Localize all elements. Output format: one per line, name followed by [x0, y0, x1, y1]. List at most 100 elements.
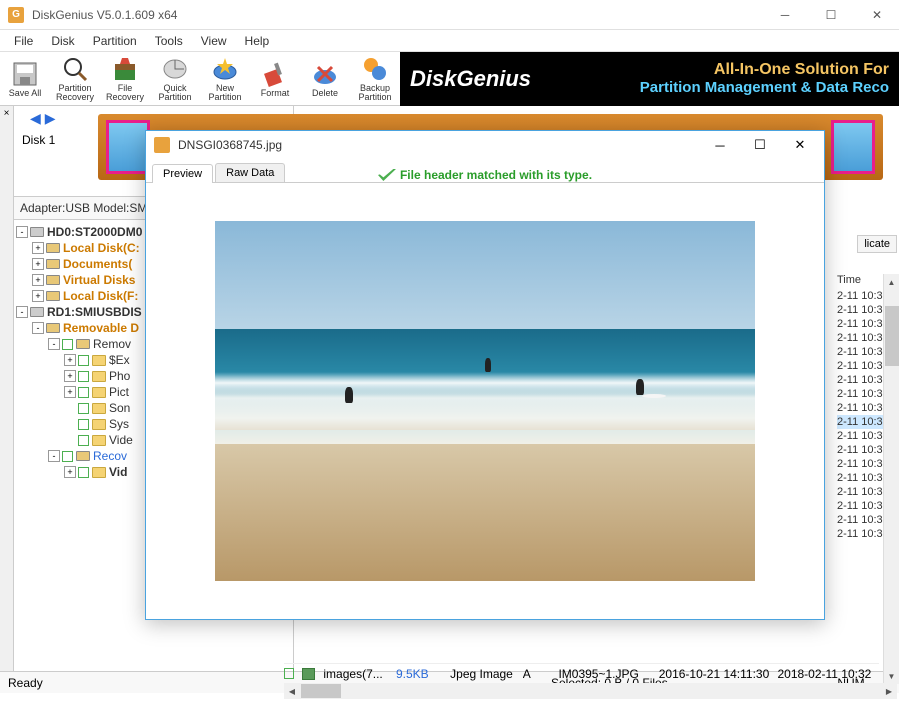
horizontal-scrollbar[interactable]: ◀ ▶: [284, 683, 897, 699]
scroll-left-icon[interactable]: ◀: [284, 683, 300, 699]
new-partition-button[interactable]: New Partition: [200, 54, 250, 104]
backup-partition-label: Backup Partition: [358, 84, 391, 102]
expander-icon[interactable]: +: [64, 466, 76, 478]
save-all-button[interactable]: Save All: [0, 54, 50, 104]
drive-icon: [76, 450, 90, 462]
scroll-up-icon[interactable]: ▲: [884, 274, 899, 290]
dialog-status: File header matched with its type.: [378, 168, 592, 182]
expander-icon[interactable]: +: [32, 274, 44, 286]
file-modified: 2018-02-11 10:32: [777, 667, 879, 681]
partition-segment[interactable]: [831, 120, 875, 174]
menu-disk[interactable]: Disk: [43, 32, 82, 50]
expander-icon[interactable]: -: [16, 226, 28, 238]
preview-image: [215, 221, 755, 581]
file-recovery-button[interactable]: File Recovery: [100, 54, 150, 104]
window-title: DiskGenius V5.0.1.609 x64: [32, 8, 771, 22]
partition-recovery-button[interactable]: Partition Recovery: [50, 54, 100, 104]
new-partition-label: New Partition: [208, 84, 241, 102]
scroll-thumb[interactable]: [885, 306, 899, 366]
banner-line2: Partition Management & Data Reco: [640, 79, 889, 96]
delete-icon: [311, 60, 339, 88]
tree-label: Sys: [109, 417, 129, 431]
tree-checkbox[interactable]: [78, 371, 89, 382]
tree-checkbox[interactable]: [62, 451, 73, 462]
toolbar: Save All Partition Recovery File Recover…: [0, 52, 899, 106]
tree-checkbox[interactable]: [78, 387, 89, 398]
expander-icon[interactable]: -: [16, 306, 28, 318]
folder-icon: [92, 466, 106, 478]
file-created: 2016-10-21 14:11:30: [659, 667, 770, 681]
tree-checkbox[interactable]: [78, 355, 89, 366]
folder-icon: [92, 386, 106, 398]
tab-raw-data[interactable]: Raw Data: [215, 163, 285, 182]
menubar: File Disk Partition Tools View Help: [0, 30, 899, 52]
backup-partition-button[interactable]: Backup Partition: [350, 54, 400, 104]
tree-label: Local Disk(C:: [63, 241, 140, 255]
tree-label: $Ex: [109, 353, 130, 367]
format-button[interactable]: Format: [250, 54, 300, 104]
format-icon: [261, 60, 289, 88]
dialog-titlebar[interactable]: DNSGI0368745.jpg ─ ☐ ✕: [146, 131, 824, 159]
tree-label: Removable D: [63, 321, 139, 335]
banner: DiskGenius All-In-One Solution For Parti…: [400, 52, 899, 106]
maximize-button[interactable]: ☐: [817, 5, 845, 25]
tree-checkbox[interactable]: [78, 435, 89, 446]
quick-partition-label: Quick Partition: [158, 84, 191, 102]
folder-icon: [92, 402, 106, 414]
tab-preview[interactable]: Preview: [152, 164, 213, 183]
drive-icon: [46, 258, 60, 270]
tree-label: RD1:SMIUSBDIS: [47, 305, 142, 319]
nav-next-icon[interactable]: ▶: [45, 110, 56, 127]
banner-logo: DiskGenius: [410, 66, 531, 92]
expander-icon[interactable]: +: [64, 386, 76, 398]
expander-icon[interactable]: +: [32, 258, 44, 270]
menu-help[interactable]: Help: [237, 32, 278, 50]
quick-partition-button[interactable]: Quick Partition: [150, 54, 200, 104]
dialog-body: [146, 183, 824, 619]
vertical-scrollbar[interactable]: ▲ ▼: [883, 274, 899, 684]
collapse-sidebar-button[interactable]: ×: [0, 106, 14, 671]
nav-prev-icon[interactable]: ◀: [30, 110, 41, 127]
partition-segment[interactable]: [106, 120, 150, 174]
app-logo-icon: G: [8, 7, 24, 23]
folder-icon: [92, 354, 106, 366]
tab-partial[interactable]: licate: [857, 235, 897, 253]
folder-icon: [92, 418, 106, 430]
expander-icon[interactable]: -: [32, 322, 44, 334]
close-button[interactable]: ✕: [863, 5, 891, 25]
drive-icon: [46, 242, 60, 254]
dialog-close-button[interactable]: ✕: [784, 133, 816, 157]
scroll-thumb-h[interactable]: [301, 684, 341, 698]
tree-label: Son: [109, 401, 130, 415]
tree-checkbox[interactable]: [78, 403, 89, 414]
expander-icon[interactable]: +: [32, 290, 44, 302]
dialog-minimize-button[interactable]: ─: [704, 133, 736, 157]
window-titlebar: G DiskGenius V5.0.1.609 x64 ─ ☐ ✕: [0, 0, 899, 30]
row-checkbox[interactable]: [284, 668, 294, 679]
dialog-maximize-button[interactable]: ☐: [744, 133, 776, 157]
expander-icon[interactable]: +: [64, 370, 76, 382]
file-row[interactable]: images(7... 9.5KB Jpeg Image A IM0395~1.…: [284, 663, 879, 681]
scroll-down-icon[interactable]: ▼: [884, 668, 899, 684]
file-size: 9.5KB: [396, 667, 442, 681]
save-all-label: Save All: [9, 89, 42, 98]
quick-partition-icon: [161, 55, 189, 83]
tree-label: Pict: [109, 385, 129, 399]
tree-label: HD0:ST2000DM0: [47, 225, 142, 239]
menu-view[interactable]: View: [193, 32, 235, 50]
menu-tools[interactable]: Tools: [147, 32, 191, 50]
expander-icon[interactable]: -: [48, 338, 60, 350]
tree-checkbox[interactable]: [78, 467, 89, 478]
expander-icon[interactable]: +: [32, 242, 44, 254]
delete-button[interactable]: Delete: [300, 54, 350, 104]
tree-checkbox[interactable]: [62, 339, 73, 350]
expander-icon[interactable]: -: [48, 450, 60, 462]
magnifier-icon: [61, 55, 89, 83]
menu-file[interactable]: File: [6, 32, 41, 50]
banner-line1: All-In-One Solution For: [640, 61, 889, 79]
minimize-button[interactable]: ─: [771, 5, 799, 25]
expander-icon[interactable]: +: [64, 354, 76, 366]
tree-checkbox[interactable]: [78, 419, 89, 430]
scroll-right-icon[interactable]: ▶: [881, 683, 897, 699]
menu-partition[interactable]: Partition: [85, 32, 145, 50]
